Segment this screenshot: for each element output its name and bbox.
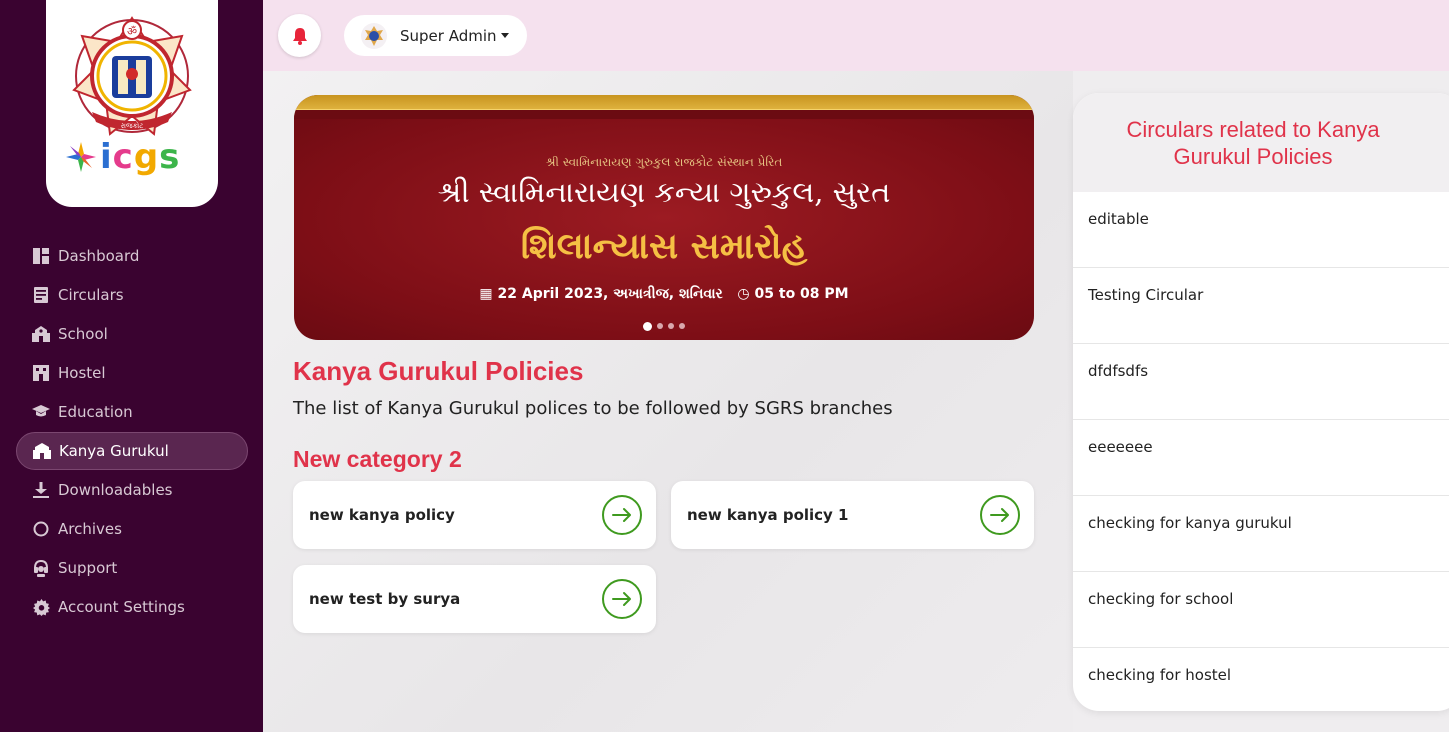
arrow-right-icon[interactable]: [980, 495, 1020, 535]
sidebar-item-label: Archives: [58, 520, 122, 538]
main-content: શ્રી સ્વામિનારાયણ ગુરુકુલ રાજકોટ સંસ્થાન…: [263, 71, 1073, 732]
graduation-cap-icon: [32, 403, 50, 421]
sidebar-item-label: Dashboard: [58, 247, 140, 265]
sgrs-emblem-logo: ॐ રાજકોટ: [72, 16, 192, 136]
carousel-dot[interactable]: [643, 322, 652, 331]
svg-text:રાજકોટ: રાજકોટ: [121, 121, 144, 130]
circular-item[interactable]: checking for school: [1073, 572, 1449, 648]
headset-icon: [32, 559, 50, 577]
caret-down-icon: [500, 33, 509, 38]
policy-card[interactable]: new kanya policy 1: [671, 481, 1034, 549]
sidebar-item-label: Support: [58, 559, 118, 577]
policy-card[interactable]: new test by surya: [293, 565, 656, 633]
bell-icon: [292, 27, 307, 45]
user-menu-button[interactable]: Super Admin: [344, 15, 527, 56]
sidebar-item-label: Account Settings: [58, 598, 185, 616]
circulars-panel-header: Circulars related to Kanya Gurukul Polic…: [1073, 93, 1449, 192]
circular-item[interactable]: dfdfsdfs: [1073, 344, 1449, 420]
circular-icon: [32, 286, 50, 304]
sidebar-item-dashboard[interactable]: Dashboard: [16, 237, 248, 275]
sidebar-item-label: Downloadables: [58, 481, 173, 499]
sidebar-item-school[interactable]: School: [16, 315, 248, 353]
svg-text:ॐ: ॐ: [127, 25, 137, 38]
sidebar: ॐ રાજકોટ icgs icgs Dashboard: [0, 0, 263, 732]
logo-card[interactable]: ॐ રાજકોટ icgs icgs: [46, 0, 218, 207]
circular-item[interactable]: editable: [1073, 192, 1449, 268]
circular-item[interactable]: checking for hostel: [1073, 648, 1449, 711]
banner-border: [294, 109, 1034, 119]
sidebar-item-label: Kanya Gurukul: [59, 442, 169, 460]
sidebar-item-kanya-gurukul[interactable]: Kanya Gurukul: [16, 432, 248, 470]
banner-time: 05 to 08 PM: [754, 286, 849, 302]
page-description: The list of Kanya Gurukul polices to be …: [293, 398, 893, 419]
sidebar-item-hostel[interactable]: Hostel: [16, 354, 248, 392]
circular-item[interactable]: Testing Circular: [1073, 268, 1449, 344]
icgs-logo: icgs icgs: [64, 140, 180, 174]
arrow-right-icon[interactable]: [602, 495, 642, 535]
arrow-right-icon[interactable]: [602, 579, 642, 619]
circular-item[interactable]: eeeeeee: [1073, 420, 1449, 496]
sidebar-item-account-settings[interactable]: Account Settings: [16, 588, 248, 626]
policy-card-label: new kanya policy 1: [687, 506, 849, 524]
calendar-icon: ▦: [479, 286, 493, 302]
page-title: Kanya Gurukul Policies: [293, 356, 584, 386]
clock-icon: ◷: [737, 286, 750, 302]
hostel-icon: [32, 364, 50, 382]
dashboard-icon: [32, 247, 50, 265]
sidebar-item-label: Hostel: [58, 364, 106, 382]
download-icon: [32, 481, 50, 499]
banner-headline: શિલાન્યાસ સમારોહ: [520, 225, 808, 267]
banner-title: શ્રી સ્વામિનારાયણ કન્યા ગુરુકુલ, સુરત: [437, 175, 891, 209]
logo-text: icgs icgs: [100, 137, 181, 177]
gear-icon: [32, 598, 50, 616]
sidebar-item-circulars[interactable]: Circulars: [16, 276, 248, 314]
notification-button[interactable]: [278, 14, 321, 57]
user-name: Super Admin: [400, 26, 497, 45]
banner-date: 22 April 2023, અખાત્રીજ, શનિવાર: [497, 286, 723, 302]
banner-carousel[interactable]: શ્રી સ્વામિનારાયણ ગુરુકુલ રાજકોટ સંસ્થાન…: [294, 95, 1034, 340]
circular-item[interactable]: checking for kanya gurukul: [1073, 496, 1449, 572]
top-header: Super Admin: [263, 0, 1449, 71]
banner-subtitle: શ્રી સ્વામિનારાયણ ગુરુકુલ રાજકોટ સંસ્થાન…: [545, 155, 783, 169]
policy-card-label: new kanya policy: [309, 506, 455, 524]
circulars-panel: Circulars related to Kanya Gurukul Polic…: [1073, 93, 1449, 711]
archive-circle-icon: [32, 520, 50, 538]
sidebar-item-label: School: [58, 325, 108, 343]
building-icon: [33, 442, 51, 460]
school-icon: [32, 325, 50, 343]
sidebar-item-label: Circulars: [58, 286, 124, 304]
sidebar-item-support[interactable]: Support: [16, 549, 248, 587]
carousel-dot[interactable]: [657, 323, 663, 329]
sidebar-item-downloadables[interactable]: Downloadables: [16, 471, 248, 509]
sidebar-item-education[interactable]: Education: [16, 393, 248, 431]
category-title: New category 2: [293, 446, 462, 472]
policy-card[interactable]: new kanya policy: [293, 481, 656, 549]
sidebar-item-archives[interactable]: Archives: [16, 510, 248, 548]
policy-card-label: new test by surya: [309, 590, 461, 608]
sidebar-item-label: Education: [58, 403, 133, 421]
carousel-dot[interactable]: [679, 323, 685, 329]
star-mark-icon: [66, 142, 96, 172]
carousel-dots: [294, 322, 1034, 331]
sidebar-nav: Dashboard Circulars School Hostel Educat…: [16, 237, 248, 627]
circulars-panel-title: Circulars related to Kanya Gurukul Polic…: [1126, 116, 1380, 169]
carousel-dot[interactable]: [668, 323, 674, 329]
avatar: [361, 22, 387, 49]
banner-datetime: ▦ 22 April 2023, અખાત્રીજ, શનિવાર ◷ 05 t…: [294, 286, 1034, 302]
